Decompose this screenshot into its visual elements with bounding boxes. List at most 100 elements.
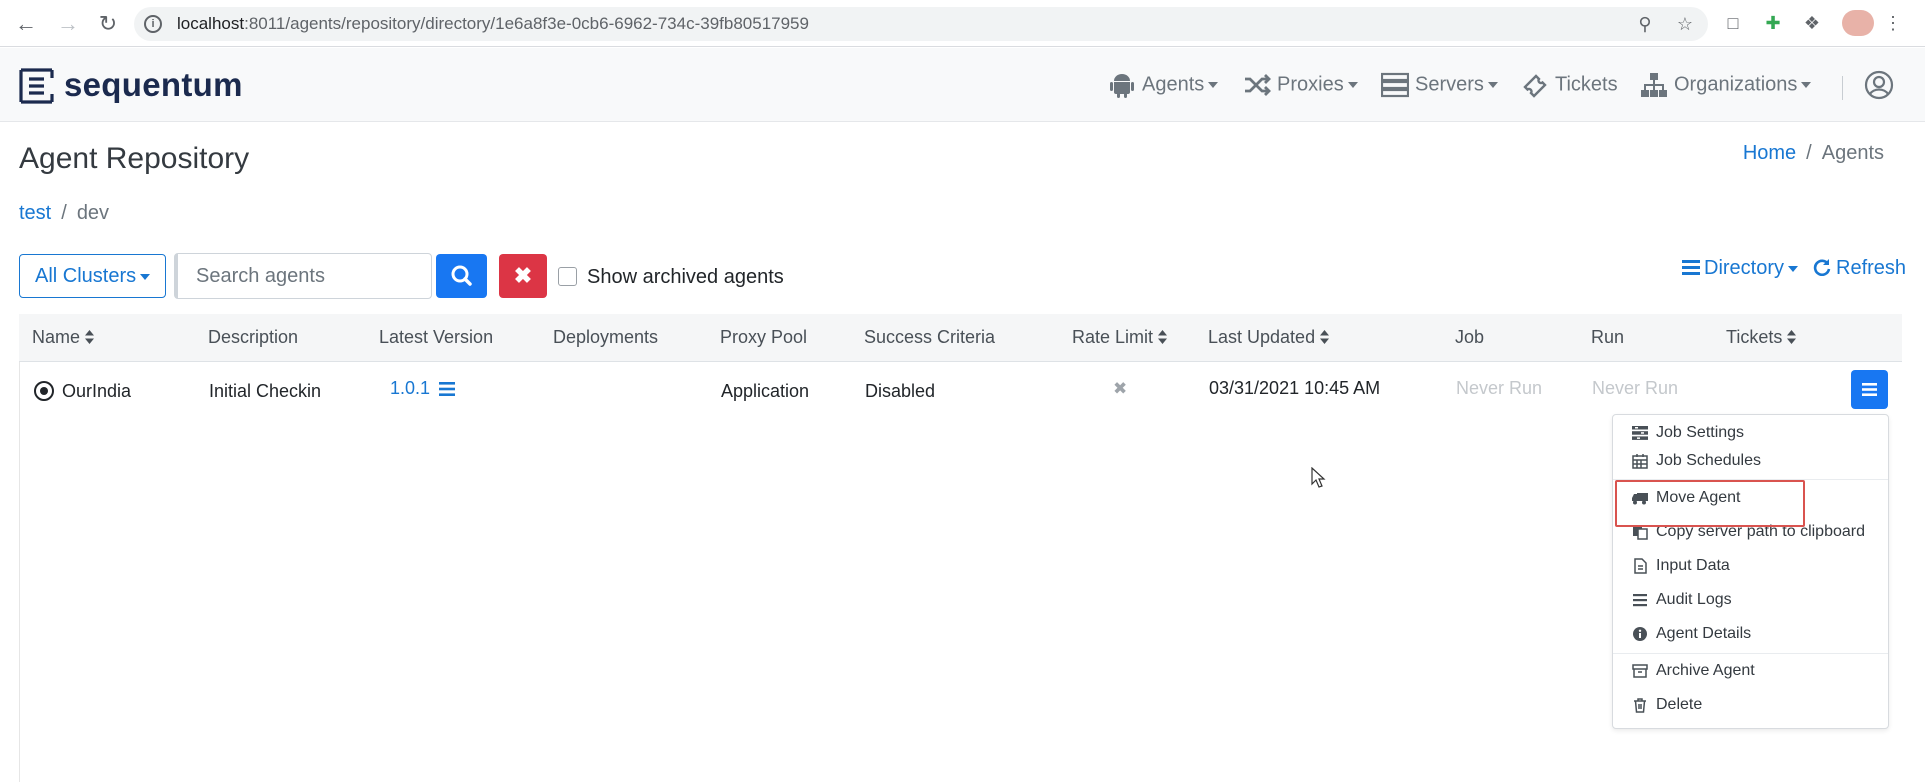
chevron-down-icon [140,273,151,280]
show-archived-label[interactable]: Show archived agents [587,266,784,289]
forward-icon[interactable]: → [52,8,84,40]
column-header-last-updated[interactable]: Last Updated [1208,327,1330,348]
brand-name: sequentum [64,66,243,103]
sequentum-logo-icon [19,68,54,104]
menu-item-audit-logs[interactable]: Audit Logs [1613,585,1888,615]
menu-item-job-settings[interactable]: Job Settings [1613,418,1888,448]
directory-path: test / dev [19,202,110,224]
row-actions-menu: Job Settings Job Schedules Move Agent Co… [1612,414,1889,729]
profile-avatar[interactable] [1842,10,1874,36]
address-bar[interactable]: i localhost:8011/agents/repository/direc… [134,7,1708,41]
extension-icon[interactable]: □ [1722,12,1744,34]
trash-icon [1634,698,1646,713]
shuffle-icon [1245,74,1271,96]
column-header-success-criteria: Success Criteria [864,327,996,347]
back-icon[interactable]: ← [10,8,42,40]
agent-version-link[interactable]: 1.0.1 [390,378,430,399]
row-actions-button[interactable] [1851,370,1888,409]
sort-icon [1320,330,1330,344]
breadcrumb-current: Agents [1821,142,1884,164]
menu-item-delete[interactable]: Delete [1613,690,1888,720]
breadcrumb-home-link[interactable]: Home [1743,142,1796,164]
nav-servers[interactable]: Servers [1381,72,1498,102]
rate-limit-off-icon: ✖ [1113,379,1128,398]
column-header-rate-limit[interactable]: Rate Limit [1072,327,1168,348]
directory-root-link[interactable]: test [19,202,51,224]
menu-item-input-data[interactable]: Input Data [1613,551,1888,581]
agent-last-updated: 03/31/2021 10:45 AM [1209,378,1381,398]
chevron-down-icon [1487,82,1498,88]
menu-item-job-schedules[interactable]: Job Schedules [1613,446,1888,476]
ticket-icon [1523,74,1547,98]
list-icon [1633,594,1647,607]
sort-icon [85,330,95,344]
app-header: sequentum Agents Proxies Servers Tickets… [0,48,1925,122]
column-header-job: Job [1455,327,1485,347]
show-archived-checkbox[interactable] [558,267,577,286]
mouse-pointer-icon [1311,467,1326,488]
agent-name[interactable]: OurIndia [62,381,131,402]
sort-icon [1158,330,1168,344]
agent-success-criteria: Disabled [865,381,936,401]
refresh-icon [1813,259,1831,277]
hamburger-icon [1862,383,1877,396]
sitemap-icon [1641,73,1667,97]
menu-item-archive-agent[interactable]: Archive Agent [1613,656,1888,686]
column-header-tickets[interactable]: Tickets [1726,327,1797,348]
reload-icon[interactable]: ↻ [92,8,124,40]
nav-proxies[interactable]: Proxies [1243,72,1358,102]
chevron-down-icon [1788,265,1799,272]
settings-list-icon [1632,426,1648,440]
column-header-description: Description [208,327,299,347]
more-menu-icon[interactable]: ⋮ [1882,12,1904,34]
clusters-dropdown-button[interactable]: All Clusters [19,254,166,298]
browser-toolbar: ← → ↻ i localhost:8011/agents/repository… [0,0,1925,47]
column-header-run: Run [1591,327,1625,347]
agent-proxy-pool: Application [721,381,810,401]
url-text: localhost:8011/agents/repository/directo… [177,14,809,33]
list-icon [1682,260,1700,275]
nav-agents[interactable]: Agents [1108,72,1219,102]
directory-current: dev [76,202,110,224]
calendar-icon [1632,454,1648,469]
close-icon: ✖ [513,263,533,288]
agent-description: Initial Checkin [209,381,322,401]
directory-dropdown-button[interactable]: Directory [1682,257,1799,280]
move-agent-highlight [1615,480,1805,527]
key-icon[interactable]: ⚲ [1634,13,1656,35]
version-list-icon[interactable] [439,382,455,396]
search-icon [451,265,472,286]
search-button[interactable] [436,254,487,298]
nav-organizations[interactable]: Organizations [1640,72,1812,102]
extension-plus-icon[interactable]: ✚ [1762,12,1784,34]
refresh-button[interactable]: Refresh [1813,257,1906,280]
menu-item-agent-details[interactable]: Agent Details [1613,619,1888,649]
site-info-icon[interactable]: i [144,15,162,33]
column-header-name[interactable]: Name [32,327,95,348]
agent-run-status: Never Run [1592,378,1679,398]
file-icon [1634,558,1647,574]
puzzle-icon[interactable]: ❖ [1801,12,1823,34]
breadcrumb: Home / Agents [1742,142,1884,164]
nav-tickets[interactable]: Tickets [1521,72,1618,102]
server-icon [1381,72,1409,98]
search-input[interactable] [174,253,432,299]
page-title: Agent Repository [19,142,250,175]
column-header-proxy-pool: Proxy Pool [720,327,808,347]
chevron-down-icon [1208,82,1219,88]
android-icon [1110,74,1134,98]
row-select-radio[interactable] [34,381,54,401]
agent-job-status: Never Run [1456,378,1543,398]
clear-search-button[interactable]: ✖ [499,254,547,298]
info-icon [1633,627,1647,641]
archive-icon [1632,664,1648,678]
user-account-icon[interactable] [1864,70,1894,100]
star-icon[interactable]: ☆ [1674,13,1696,35]
column-header-latest-version: Latest Version [379,327,494,347]
column-header-deployments: Deployments [553,327,659,347]
chevron-down-icon [1347,82,1358,88]
agents-table-header: Name Description Latest Version Deployme… [19,314,1902,362]
nav-divider [1842,76,1843,100]
sort-icon [1787,330,1797,344]
chevron-down-icon [1801,82,1812,88]
